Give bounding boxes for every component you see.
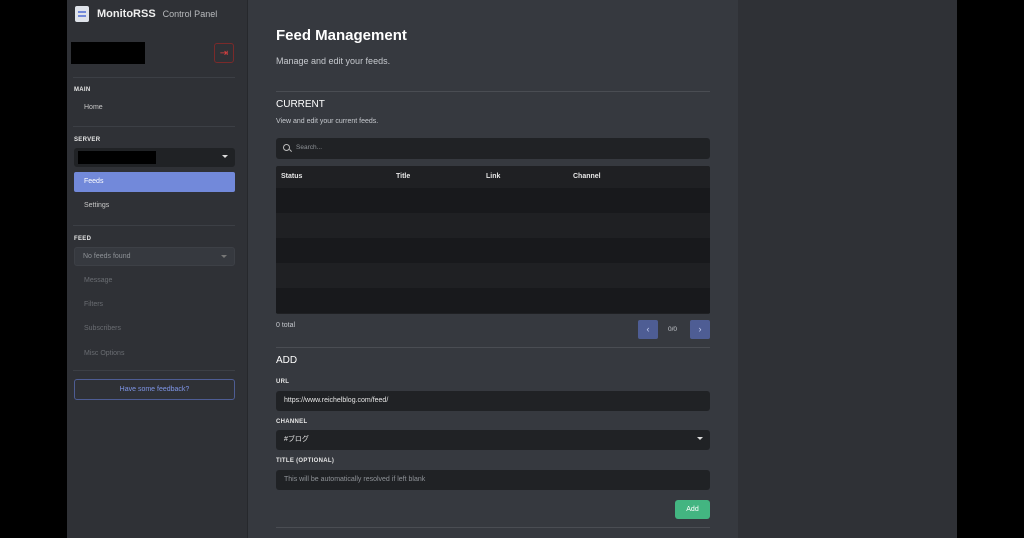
channel-select-value: #ブログ [284, 436, 309, 443]
current-section-subtitle: View and edit your current feeds. [276, 118, 379, 125]
chevron-down-icon [221, 255, 227, 258]
sidebar-item-message[interactable]: Message [74, 271, 235, 291]
page-indicator: 0/0 [668, 326, 678, 333]
sidebar: MonitoRSS Control Panel ⇥ MAIN Home SERV… [67, 0, 248, 538]
search-input[interactable]: Search... [276, 138, 710, 159]
search-placeholder: Search... [296, 144, 323, 151]
section-divider [276, 91, 710, 92]
table-row [276, 263, 710, 288]
feed-select[interactable]: No feeds found [74, 247, 235, 266]
monitorss-logo-icon [75, 6, 89, 22]
brand: MonitoRSS Control Panel [75, 6, 217, 22]
feed-select-value: No feeds found [83, 253, 131, 260]
add-section-title: ADD [276, 355, 298, 366]
sidebar-divider [73, 77, 235, 78]
page-subtitle: Manage and edit your feeds. [276, 56, 391, 66]
logout-icon: ⇥ [219, 47, 229, 59]
sidebar-item-home[interactable]: Home [74, 98, 235, 118]
brand-subtitle: Control Panel [162, 9, 218, 19]
page-title: Feed Management [276, 27, 407, 44]
user-name-redacted [71, 42, 145, 64]
chevron-left-icon: ‹ [646, 324, 650, 334]
brand-name: MonitoRSS [97, 8, 156, 20]
search-icon [283, 144, 290, 151]
sidebar-item-filters[interactable]: Filters [74, 295, 235, 315]
section-divider [276, 347, 710, 348]
current-section-title: CURRENT [276, 99, 325, 110]
sidebar-item-misc-options[interactable]: Misc Options [74, 344, 235, 364]
feeds-total: 0 total [276, 322, 296, 329]
feed-heading: FEED [74, 236, 92, 242]
table-header: Status Title Link Channel [276, 166, 710, 188]
next-page-button[interactable]: › [690, 320, 710, 339]
logout-button[interactable]: ⇥ [214, 43, 234, 63]
sidebar-item-subscribers[interactable]: Subscribers [74, 319, 235, 339]
sidebar-item-feeds[interactable]: Feeds [74, 172, 235, 192]
prev-page-button[interactable]: ‹ [638, 320, 658, 339]
feedback-button[interactable]: Have some feedback? [74, 379, 235, 400]
title-field[interactable]: This will be automatically resolved if l… [276, 470, 710, 490]
right-panel [738, 0, 957, 538]
table-row [276, 188, 710, 213]
add-feed-button[interactable]: Add [675, 500, 710, 519]
server-heading: SERVER [74, 137, 101, 143]
section-divider [276, 527, 710, 528]
column-header-status[interactable]: Status [281, 173, 302, 180]
column-header-link[interactable]: Link [486, 173, 500, 180]
url-field[interactable]: https://www.reichelblog.com/feed/ [276, 391, 710, 411]
column-header-title[interactable]: Title [396, 173, 410, 180]
sidebar-divider [73, 225, 235, 226]
channel-select[interactable]: #ブログ [276, 430, 710, 450]
sidebar-divider [73, 370, 235, 371]
main-content: Feed Management Manage and edit your fee… [248, 0, 738, 538]
feeds-table: Status Title Link Channel [276, 166, 710, 314]
table-row [276, 213, 710, 238]
server-name-redacted [78, 151, 156, 164]
table-row [276, 238, 710, 263]
chevron-down-icon [222, 155, 228, 158]
main-heading: MAIN [74, 87, 91, 93]
sidebar-divider [73, 126, 235, 127]
url-label: URL [276, 379, 290, 385]
table-row [276, 288, 710, 313]
chevron-down-icon [697, 437, 703, 440]
title-label: TITLE (OPTIONAL) [276, 458, 335, 464]
channel-label: CHANNEL [276, 419, 308, 425]
sidebar-item-settings[interactable]: Settings [74, 196, 235, 216]
server-select[interactable] [74, 148, 235, 167]
chevron-right-icon: › [698, 324, 702, 334]
column-header-channel[interactable]: Channel [573, 173, 601, 180]
